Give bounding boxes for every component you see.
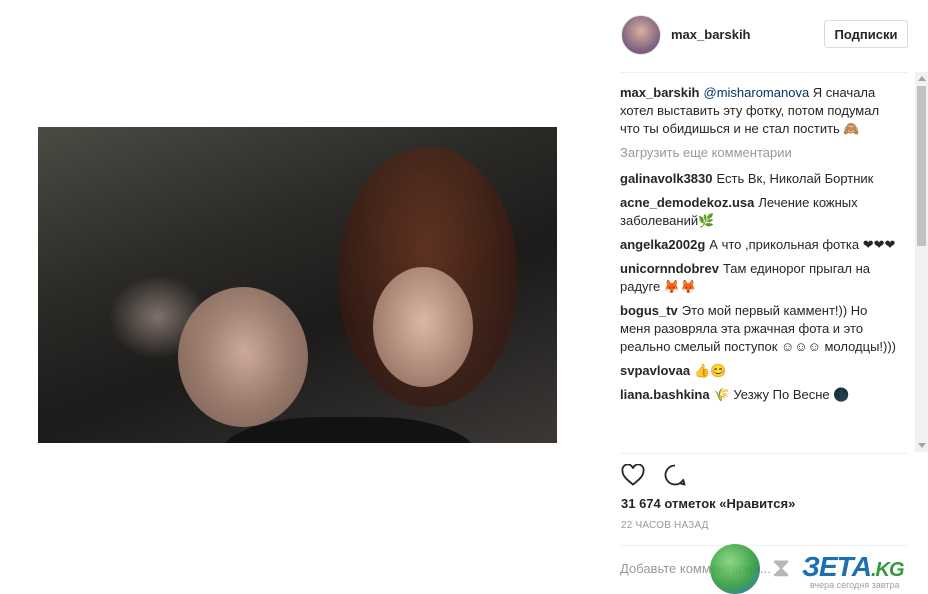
photo-face-left [178, 287, 308, 427]
comment-icon[interactable] [662, 462, 688, 488]
divider [620, 72, 908, 73]
scroll-down-arrow-icon[interactable] [918, 443, 926, 448]
photo-area [0, 0, 600, 594]
comments-list[interactable]: max_barskih @misharomanova Я сначала хоте… [620, 84, 898, 454]
comment-author[interactable]: bogus_tv [620, 303, 678, 318]
comment-item: unicornndobrev Там единорог прыгал на рад… [620, 260, 898, 296]
watermark-tagline: вчера сегодня завтра [810, 580, 900, 590]
comment-author[interactable]: acne_demodekoz.usa [620, 195, 754, 210]
likes-count[interactable]: 31 674 отметок «Нравится» [621, 496, 795, 511]
globe-icon [710, 544, 760, 594]
avatar[interactable] [621, 15, 661, 55]
divider [620, 453, 908, 454]
username[interactable]: max_barskih [671, 27, 751, 42]
comment-author[interactable]: svpavlovaa [620, 363, 690, 378]
comment-item: svpavlovaa 👍😊 [620, 362, 898, 380]
heart-icon[interactable] [620, 462, 646, 488]
post-time[interactable]: 22 ЧАСОВ НАЗАД [621, 520, 709, 531]
comment-item: bogus_tv Это мой первый каммент!)) Но мен… [620, 302, 898, 356]
load-more-comments[interactable]: Загрузить еще комментарии [620, 144, 898, 162]
comment-author[interactable]: angelka2002g [620, 237, 705, 252]
comment-item: angelka2002g А что ,прикольная фотка ❤❤❤ [620, 236, 898, 254]
post-sidebar: max_barskih Подписки max_barskih @misharo… [600, 0, 928, 594]
caption-author[interactable]: max_barskih [620, 85, 700, 100]
scroll-thumb[interactable] [917, 86, 926, 246]
post-photo[interactable] [38, 127, 557, 443]
comment-item: acne_demodekoz.usa Лечение кожных заболев… [620, 194, 898, 230]
post-header: max_barskih Подписки [600, 0, 928, 72]
comment-author[interactable]: galinavolk3830 [620, 171, 713, 186]
photo-face-right [373, 267, 473, 387]
comment-text: 👍😊 [694, 363, 727, 378]
comment-text: А что ,прикольная фотка ❤❤❤ [709, 237, 896, 252]
comment-text: 🌾 Уезжу По Весне 🌑 [713, 387, 850, 402]
comments-scrollbar[interactable] [915, 72, 928, 452]
scroll-up-arrow-icon[interactable] [918, 76, 926, 81]
hourglass-icon: ⧗ [772, 552, 791, 582]
comment-item: galinavolk3830 Есть Вк, Николай Бортник [620, 170, 898, 188]
comment-text: Есть Вк, Николай Бортник [716, 171, 874, 186]
action-bar [620, 460, 688, 490]
watermark-logo: ⧗ ЗЕТА.KG вчера сегодня завтра [710, 540, 928, 594]
comment-author[interactable]: unicornndobrev [620, 261, 719, 276]
comment-item: liana.bashkina 🌾 Уезжу По Весне 🌑 [620, 386, 898, 404]
caption: max_barskih @misharomanova Я сначала хоте… [620, 84, 898, 138]
caption-mention[interactable]: @misharomanova [704, 85, 810, 100]
comment-author[interactable]: liana.bashkina [620, 387, 710, 402]
following-button[interactable]: Подписки [824, 20, 908, 48]
